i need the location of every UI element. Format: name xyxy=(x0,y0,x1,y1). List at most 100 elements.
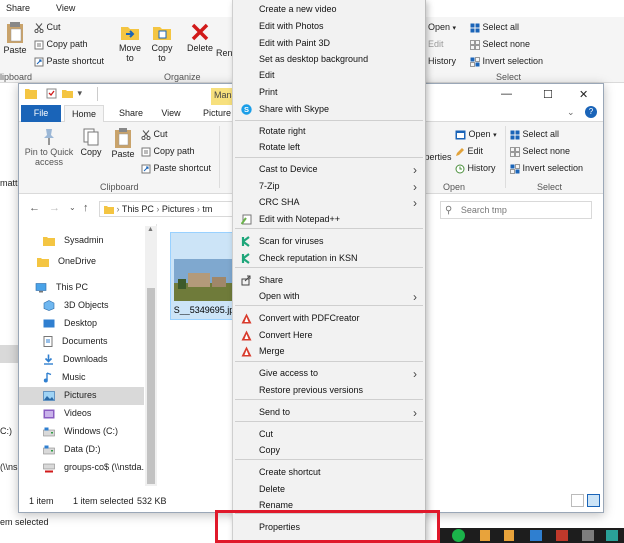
menu-item-open-with[interactable]: Open with › xyxy=(233,289,425,305)
recent-locations-icon[interactable]: ⌄ xyxy=(69,203,76,212)
search-input[interactable]: ⚲ Search tmp xyxy=(440,201,592,219)
menu-item-set-as-desktop-background[interactable]: Set as desktop background xyxy=(233,52,425,68)
invert-selection-button[interactable]: Invert selection xyxy=(510,163,583,174)
nav-item-videos[interactable]: Videos xyxy=(19,405,144,423)
menu-item-7-zip[interactable]: 7-Zip › xyxy=(233,179,425,195)
taskbar-app-icon[interactable] xyxy=(582,530,594,541)
file-item-selected[interactable]: S__5349695.jp xyxy=(170,232,238,320)
menu-item-edit-with-paint-3d[interactable]: Edit with Paint 3D xyxy=(233,36,425,52)
edit-button[interactable]: Edit xyxy=(455,146,483,157)
menu-item-scan-for-viruses[interactable]: Scan for viruses xyxy=(233,234,425,250)
menu-item-copy[interactable]: Copy xyxy=(233,443,425,459)
menu-item-cast-to-device[interactable]: Cast to Device › xyxy=(233,162,425,178)
paste-shortcut-button[interactable]: Paste shortcut xyxy=(141,163,211,174)
back-rename-button[interactable]: Ren xyxy=(216,48,232,58)
open-button[interactable]: Open ▾ xyxy=(455,129,497,140)
forward-arrow-icon[interactable]: → xyxy=(49,202,60,214)
menu-item-give-access-to[interactable]: Give access to › xyxy=(233,366,425,382)
nav-item-downloads[interactable]: Downloads xyxy=(19,351,144,369)
nav-item-documents[interactable]: Documents xyxy=(19,333,144,351)
menu-item-merge[interactable]: Merge xyxy=(233,344,425,360)
back-open-button[interactable]: Open ▾ xyxy=(428,22,456,32)
back-copy-path-button[interactable]: Copy path xyxy=(34,39,88,50)
taskbar-app-icon[interactable] xyxy=(530,530,542,541)
tab-home[interactable]: Home xyxy=(64,105,104,122)
minimize-icon[interactable]: — xyxy=(501,88,512,100)
nav-item-sysadmin[interactable]: Sysadmin xyxy=(19,232,144,250)
back-paste-shortcut-button[interactable]: Paste shortcut xyxy=(34,56,104,67)
taskbar-app-icon[interactable] xyxy=(480,530,490,541)
menu-item-restore-previous-versions[interactable]: Restore previous versions xyxy=(233,383,425,399)
paste-button[interactable]: Paste xyxy=(109,127,137,159)
menu-item-edit-with-photos[interactable]: Edit with Photos xyxy=(233,19,425,35)
nav-item-groups-co-nstda[interactable]: groups-co$ (\\nstda. xyxy=(19,459,144,477)
ribbon-collapse-icon[interactable]: ⌄ xyxy=(567,107,575,118)
menu-item-cut[interactable]: Cut xyxy=(233,427,425,443)
menu-item-print[interactable]: Print xyxy=(233,85,425,101)
back-invert-selection-button[interactable]: Invert selection xyxy=(470,56,543,67)
cut-button[interactable]: Cut xyxy=(141,129,168,140)
menu-item-edit[interactable]: Edit xyxy=(233,68,425,84)
copy-path-button[interactable]: Copy path xyxy=(141,146,195,157)
customize-qat-icon[interactable]: ▾ xyxy=(78,88,83,98)
nav-item-desktop[interactable]: Desktop xyxy=(19,315,144,333)
help-icon[interactable]: ? xyxy=(585,106,597,118)
new-folder-icon[interactable] xyxy=(62,88,74,99)
back-copy-to-button[interactable]: Copy to xyxy=(148,21,176,63)
large-icons-view-icon[interactable] xyxy=(587,494,600,507)
tab-share[interactable]: Share xyxy=(115,105,147,122)
nav-scrollbar[interactable]: ▲ xyxy=(145,226,157,486)
menu-item-rotate-left[interactable]: Rotate left xyxy=(233,140,425,156)
back-history-button[interactable]: History xyxy=(428,56,456,66)
nav-item-windows-c[interactable]: Windows (C:) xyxy=(19,423,144,441)
nav-item-onedrive[interactable]: OneDrive xyxy=(19,253,144,271)
menu-item-delete[interactable]: Delete xyxy=(233,482,425,498)
nav-item-music[interactable]: Music xyxy=(19,369,144,387)
nav-item-pictures[interactable]: Pictures xyxy=(19,387,144,405)
menu-item-share[interactable]: Share xyxy=(233,273,425,289)
menu-item-create-a-new-video[interactable]: Create a new video xyxy=(233,2,425,18)
back-cut-button[interactable]: Cut xyxy=(34,22,61,33)
nav-item-this-pc[interactable]: This PC xyxy=(19,279,144,297)
pin-quick-access-button[interactable]: Pin to Quick access xyxy=(23,127,75,167)
breadcrumb-pictures[interactable]: Pictures xyxy=(162,204,195,214)
back-select-all-button[interactable]: Select all xyxy=(470,22,519,33)
menu-item-edit-with-notepad[interactable]: Edit with Notepad++ xyxy=(233,212,425,228)
history-button[interactable]: History xyxy=(455,163,496,174)
breadcrumb[interactable]: › This PC › Pictures › tm xyxy=(99,201,239,217)
menu-item-share-with-skype[interactable]: S Share with Skype xyxy=(233,102,425,118)
breadcrumb-this-pc[interactable]: This PC xyxy=(122,204,154,214)
select-all-button[interactable]: Select all xyxy=(510,129,559,140)
taskbar-app-icon[interactable] xyxy=(606,530,618,541)
menu-item-create-shortcut[interactable]: Create shortcut xyxy=(233,465,425,481)
tab-picture[interactable]: Picture xyxy=(202,105,232,122)
menu-item-check-reputation-in-ksn[interactable]: Check reputation in KSN xyxy=(233,251,425,267)
back-delete-button[interactable]: Delete xyxy=(184,21,216,53)
copy-button[interactable]: Copy xyxy=(77,127,105,157)
nav-item-data-d[interactable]: Data (D:) xyxy=(19,441,144,459)
maximize-icon[interactable]: ☐ xyxy=(543,88,553,101)
details-view-icon[interactable] xyxy=(571,494,584,507)
menu-item-convert-with-pdfcreator[interactable]: Convert with PDFCreator xyxy=(233,311,425,327)
up-arrow-icon[interactable]: ↑ xyxy=(83,202,89,214)
nav-item-3d-objects[interactable]: 3D Objects xyxy=(19,297,144,315)
menu-item-crc-sha[interactable]: CRC SHA › xyxy=(233,195,425,211)
back-paste-button[interactable]: Paste xyxy=(2,21,28,55)
properties-button[interactable]: perties xyxy=(423,152,453,162)
menu-item-convert-here[interactable]: Convert Here xyxy=(233,328,425,344)
tab-view[interactable]: View xyxy=(157,105,185,122)
close-icon[interactable]: ✕ xyxy=(579,88,588,101)
properties-check-icon[interactable] xyxy=(46,88,57,99)
back-tab-share[interactable]: Share xyxy=(6,3,30,13)
back-select-none-button[interactable]: Select none xyxy=(470,39,530,50)
taskbar-app-icon[interactable] xyxy=(504,530,514,541)
back-arrow-icon[interactable]: ← xyxy=(29,202,40,214)
taskbar-app-icon[interactable] xyxy=(556,530,568,541)
back-tab-view[interactable]: View xyxy=(56,3,75,13)
scroll-up-icon[interactable]: ▲ xyxy=(147,226,154,233)
taskbar-app-icon[interactable] xyxy=(452,529,465,542)
select-none-button[interactable]: Select none xyxy=(510,146,570,157)
breadcrumb-tmp[interactable]: tm xyxy=(202,204,212,214)
menu-item-send-to[interactable]: Send to › xyxy=(233,405,425,421)
back-move-to-button[interactable]: Move to xyxy=(116,21,144,63)
